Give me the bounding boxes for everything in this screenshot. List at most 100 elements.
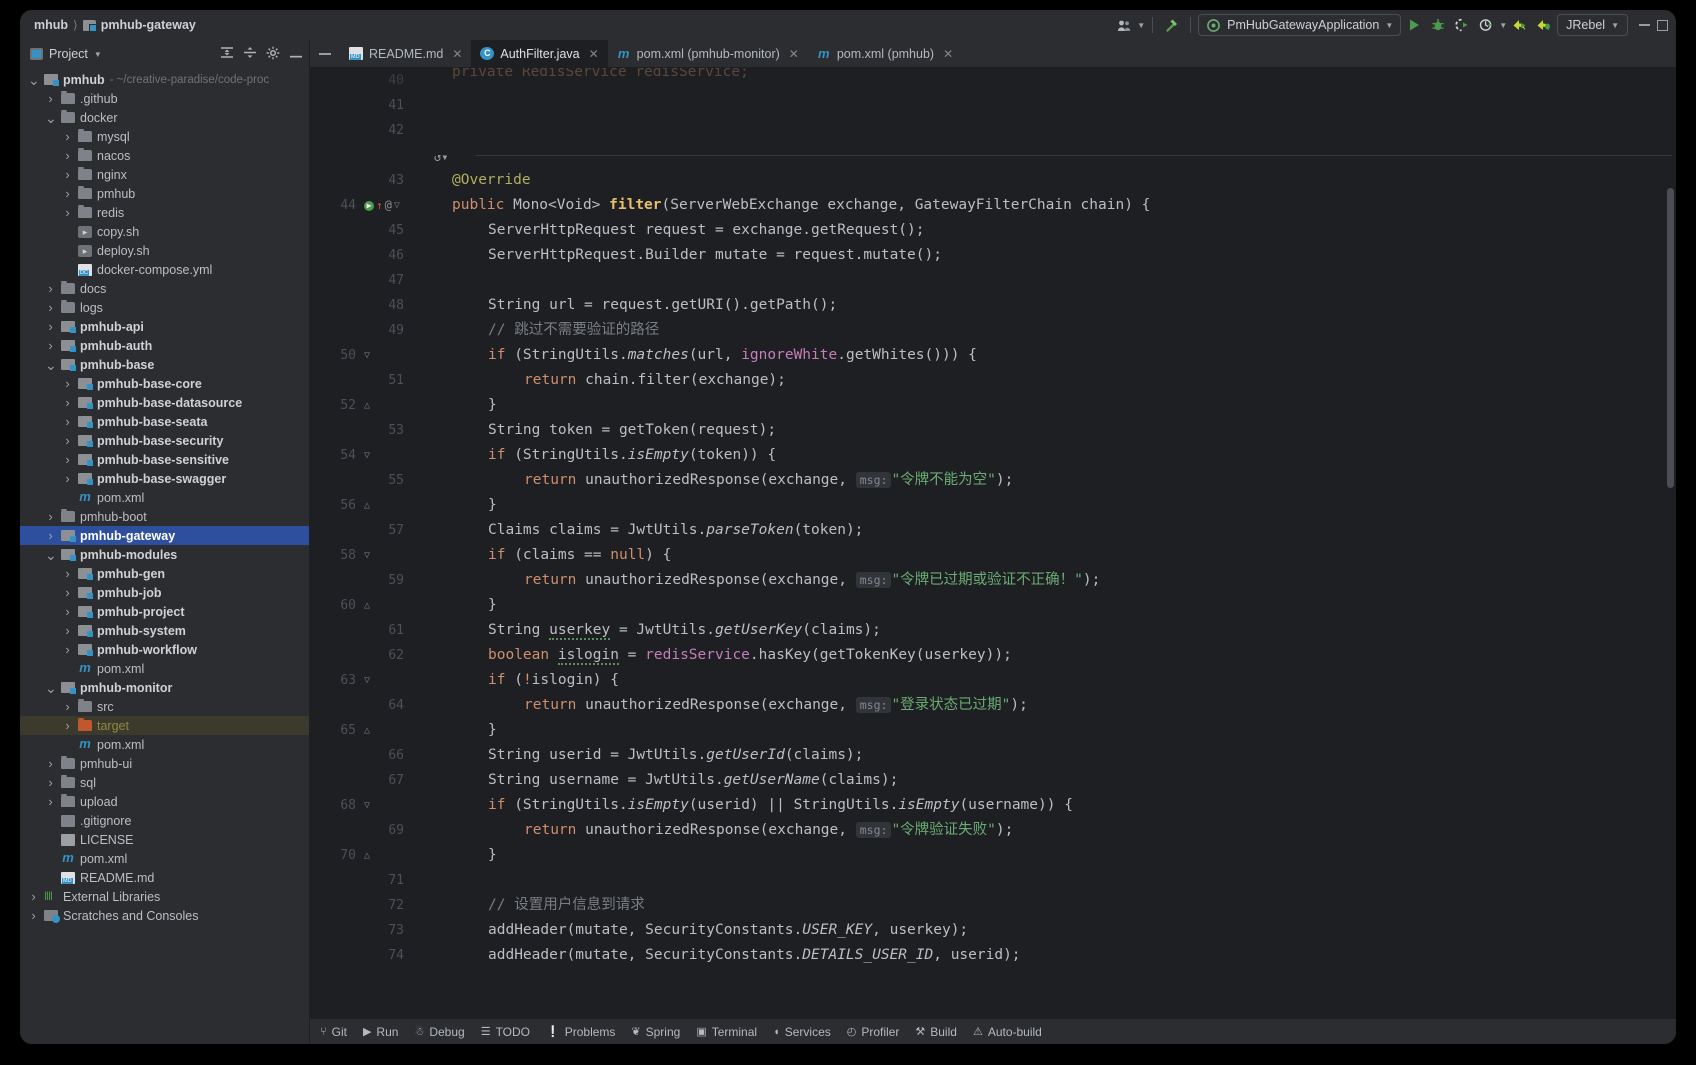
tree-node-nacos[interactable]: ›nacos bbox=[20, 146, 309, 165]
close-icon[interactable]: ✕ bbox=[589, 47, 599, 61]
tree-node-pmhub-system[interactable]: ›pmhub-system bbox=[20, 621, 309, 640]
tree-node-pmhub-ui[interactable]: ›pmhub-ui bbox=[20, 754, 309, 773]
status-bar-item-terminal[interactable]: ▣Terminal bbox=[696, 1025, 757, 1039]
tree-node-pmhub-api[interactable]: ›pmhub-api bbox=[20, 317, 309, 336]
status-bar-item-services[interactable]: ◖Services bbox=[773, 1025, 831, 1039]
tree-node--gitignore[interactable]: .gitignore bbox=[20, 811, 309, 830]
hide-panel-icon[interactable] bbox=[289, 47, 303, 61]
chevron-right-icon[interactable]: › bbox=[45, 529, 56, 542]
tree-node-pmhub-base-datasource[interactable]: ›pmhub-base-datasource bbox=[20, 393, 309, 412]
chevron-right-icon[interactable]: › bbox=[45, 795, 56, 808]
chevron-right-icon[interactable]: › bbox=[62, 434, 73, 447]
status-bar-item-git[interactable]: ⑂Git bbox=[320, 1025, 347, 1039]
tree-node-nginx[interactable]: ›nginx bbox=[20, 165, 309, 184]
tree-node-logs[interactable]: ›logs bbox=[20, 298, 309, 317]
chevron-right-icon[interactable]: › bbox=[62, 624, 73, 637]
fold-icon-58[interactable]: ▽ bbox=[364, 543, 370, 568]
gutter-line-44[interactable]: 44 ▶ ↑ @ ▽ bbox=[310, 193, 410, 218]
tree-node-pmhub-boot[interactable]: ›pmhub-boot bbox=[20, 507, 309, 526]
chevron-right-icon[interactable]: › bbox=[62, 130, 73, 143]
jrebel-selector[interactable]: JRebel ▼ bbox=[1557, 14, 1628, 36]
tree-node-pmhub-project[interactable]: ›pmhub-project bbox=[20, 602, 309, 621]
status-bar-item-build[interactable]: ⚒Build bbox=[915, 1025, 957, 1039]
tree-node-pmhub-gen[interactable]: ›pmhub-gen bbox=[20, 564, 309, 583]
gear-icon[interactable] bbox=[266, 46, 280, 63]
jrebel-debug-icon[interactable] bbox=[1533, 14, 1555, 36]
breadcrumb-module[interactable]: pmhub-gateway bbox=[101, 18, 196, 32]
tree-node-pmhub[interactable]: ›pmhub bbox=[20, 184, 309, 203]
chevron-right-icon[interactable]: › bbox=[28, 890, 39, 903]
chevron-right-icon[interactable]: › bbox=[62, 149, 73, 162]
chevron-right-icon[interactable]: › bbox=[45, 92, 56, 105]
run-gutter-icon[interactable]: ▶ bbox=[364, 201, 374, 211]
chevron-right-icon[interactable]: › bbox=[62, 168, 73, 181]
tree-node--github[interactable]: ›.github bbox=[20, 89, 309, 108]
chevron-right-icon[interactable]: › bbox=[62, 605, 73, 618]
tree-node-pmhub-base-seata[interactable]: ›pmhub-base-seata bbox=[20, 412, 309, 431]
tree-node-copy-sh[interactable]: ▸copy.sh bbox=[20, 222, 309, 241]
breadcrumb-project[interactable]: mhub bbox=[34, 18, 68, 32]
minimize-icon[interactable] bbox=[1639, 24, 1650, 26]
tree-node-pmhub[interactable]: ⌄pmhub- ~/creative-paradise/code-proc bbox=[20, 70, 309, 89]
tree-node-pmhub-monitor[interactable]: ⌄pmhub-monitor bbox=[20, 678, 309, 697]
chevron-right-icon[interactable]: › bbox=[45, 757, 56, 770]
status-bar-item-todo[interactable]: ☰TODO bbox=[481, 1025, 530, 1039]
chevron-down-icon-runconfig[interactable]: ▼ bbox=[1385, 21, 1393, 30]
maximize-icon[interactable] bbox=[1657, 20, 1668, 31]
tree-node-pmhub-auth[interactable]: ›pmhub-auth bbox=[20, 336, 309, 355]
editor-tab-bar[interactable]: README.md✕CAuthFilter.java✕mpom.xml (pmh… bbox=[310, 40, 1676, 68]
chevron-right-icon[interactable]: › bbox=[45, 301, 56, 314]
tree-node-docker-compose-yml[interactable]: docker-compose.yml bbox=[20, 260, 309, 279]
tree-node-docker[interactable]: ⌄docker bbox=[20, 108, 309, 127]
jrebel-run-icon[interactable] bbox=[1509, 14, 1531, 36]
close-icon[interactable]: ✕ bbox=[943, 47, 953, 61]
tree-node-redis[interactable]: ›redis bbox=[20, 203, 309, 222]
chevron-right-icon[interactable]: › bbox=[62, 187, 73, 200]
chevron-down-icon-profiler[interactable]: ▼ bbox=[1499, 21, 1507, 30]
debug-icon[interactable] bbox=[1427, 14, 1449, 36]
hide-tabs-icon[interactable] bbox=[310, 40, 340, 67]
chevron-right-icon[interactable]: › bbox=[62, 700, 73, 713]
tree-node-pmhub-gateway[interactable]: ›pmhub-gateway bbox=[20, 526, 309, 545]
tree-node-pom-xml[interactable]: mpom.xml bbox=[20, 488, 309, 507]
tree-node-pmhub-base[interactable]: ⌄pmhub-base bbox=[20, 355, 309, 374]
fold-icon-70[interactable]: △ bbox=[364, 843, 370, 868]
chevron-right-icon[interactable]: › bbox=[45, 339, 56, 352]
fold-icon-68[interactable]: ▽ bbox=[364, 793, 370, 818]
override-arrow-icon[interactable]: ↑ bbox=[376, 201, 383, 211]
status-bar-item-run[interactable]: ▶Run bbox=[363, 1025, 398, 1039]
fold-icon-56[interactable]: △ bbox=[364, 493, 370, 518]
project-tree[interactable]: ⌄pmhub- ~/creative-paradise/code-proc›.g… bbox=[20, 68, 309, 1044]
tree-node-pmhub-base-swagger[interactable]: ›pmhub-base-swagger bbox=[20, 469, 309, 488]
status-bar-item-debug[interactable]: ☃Debug bbox=[414, 1025, 464, 1039]
chevron-down-icon[interactable]: ⌄ bbox=[45, 552, 56, 558]
chevron-right-icon[interactable]: › bbox=[45, 282, 56, 295]
tree-node-sql[interactable]: ›sql bbox=[20, 773, 309, 792]
tree-node-pom-xml[interactable]: mpom.xml bbox=[20, 849, 309, 868]
editor-tab-pom-xml-pmhub-[interactable]: mpom.xml (pmhub)✕ bbox=[808, 40, 962, 67]
hammer-icon[interactable] bbox=[1160, 14, 1183, 36]
close-icon[interactable]: ✕ bbox=[789, 47, 799, 61]
chevron-down-icon-jrebel[interactable]: ▼ bbox=[1611, 21, 1619, 30]
tree-node-external-libraries[interactable]: ›‖‖External Libraries bbox=[20, 887, 309, 906]
fold-icon-60[interactable]: △ bbox=[364, 593, 370, 618]
editor-tab-pom-xml-pmhub-monitor-[interactable]: mpom.xml (pmhub-monitor)✕ bbox=[608, 40, 808, 67]
chevron-down-icon[interactable]: ⌄ bbox=[28, 77, 39, 83]
tree-node-pmhub-base-security[interactable]: ›pmhub-base-security bbox=[20, 431, 309, 450]
tree-node-pmhub-base-sensitive[interactable]: ›pmhub-base-sensitive bbox=[20, 450, 309, 469]
tree-node-mysql[interactable]: ›mysql bbox=[20, 127, 309, 146]
tree-node-deploy-sh[interactable]: ▸deploy.sh bbox=[20, 241, 309, 260]
scrollbar-thumb[interactable] bbox=[1667, 188, 1674, 488]
chevron-down-icon[interactable]: ▼ bbox=[1137, 21, 1145, 30]
editor-tab-readme-md[interactable]: README.md✕ bbox=[340, 40, 471, 67]
tree-node-license[interactable]: LICENSE bbox=[20, 830, 309, 849]
editor-vertical-scrollbar[interactable] bbox=[1666, 68, 1675, 1018]
collapse-all-icon[interactable] bbox=[243, 46, 257, 62]
chevron-down-icon[interactable]: ⌄ bbox=[45, 685, 56, 691]
people-icon[interactable] bbox=[1113, 14, 1135, 36]
code-viewport[interactable]: 40 41 42 43 44 ▶ ↑ @ ▽ 45 bbox=[310, 68, 1676, 1018]
chevron-right-icon[interactable]: › bbox=[62, 206, 73, 219]
project-panel-title[interactable]: Project bbox=[49, 47, 88, 61]
status-bar-item-spring[interactable]: ❦Spring bbox=[631, 1025, 680, 1039]
chevron-right-icon[interactable]: › bbox=[62, 472, 73, 485]
